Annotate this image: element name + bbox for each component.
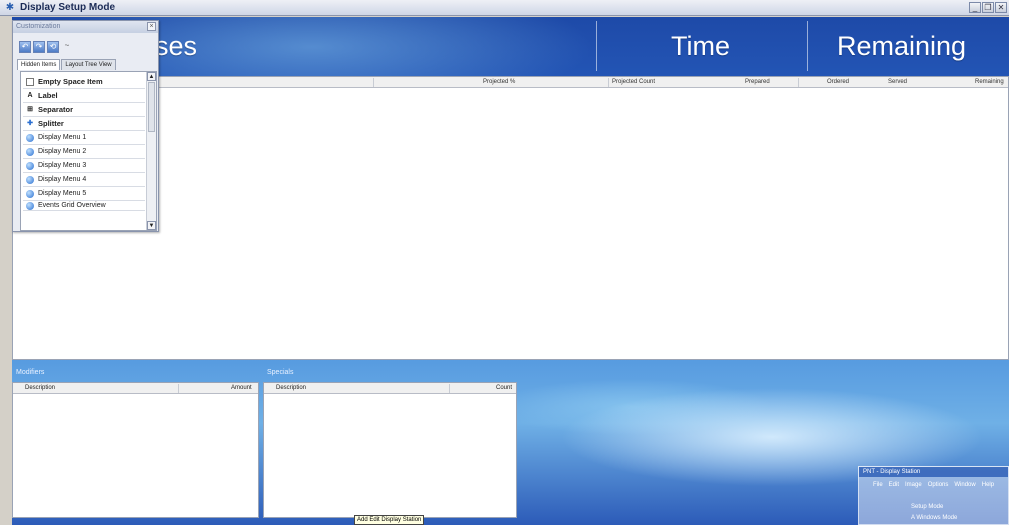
modifiers-panel[interactable]: Description Amount bbox=[12, 382, 259, 518]
list-item[interactable]: A Label bbox=[23, 89, 145, 103]
mini-window-row: Setup Mode bbox=[911, 504, 944, 510]
mini-window-row: A Windows Mode bbox=[911, 515, 958, 521]
scroll-thumb[interactable] bbox=[148, 82, 155, 132]
scroll-up-icon[interactable]: ▲ bbox=[147, 72, 156, 81]
header-divider bbox=[596, 21, 597, 71]
reset-icon[interactable]: ⟲ bbox=[47, 41, 59, 53]
specials-panel-title: Specials bbox=[267, 369, 294, 376]
globe-icon bbox=[26, 147, 34, 156]
app-icon: ✱ bbox=[5, 1, 15, 13]
column-divider bbox=[178, 384, 179, 393]
col-description[interactable]: Description bbox=[276, 384, 306, 393]
menu-edit[interactable]: Edit bbox=[889, 482, 899, 488]
mini-window[interactable]: PNT - Display Station File Edit Image Op… bbox=[858, 466, 1009, 525]
globe-icon bbox=[26, 175, 34, 184]
menu-image[interactable]: Image bbox=[905, 482, 922, 488]
customization-close-button[interactable]: × bbox=[147, 22, 156, 31]
list-item[interactable]: Display Menu 1 bbox=[23, 131, 145, 145]
column-divider bbox=[608, 78, 609, 87]
header-strip: ses Time Remaining bbox=[12, 17, 1009, 75]
customization-title-bar[interactable]: Customization × bbox=[13, 21, 158, 33]
list-item[interactable]: Empty Space Item bbox=[23, 75, 145, 89]
col-ordered[interactable]: Ordered bbox=[827, 78, 849, 87]
restore-button[interactable]: ❐ bbox=[982, 2, 994, 13]
header-label-time: Time bbox=[671, 31, 730, 61]
mini-window-menu: File Edit Image Options Window Help bbox=[859, 477, 1008, 493]
list-item[interactable]: ⊞ Separator bbox=[23, 103, 145, 117]
menu-help[interactable]: Help bbox=[982, 482, 994, 488]
col-remaining[interactable]: Remaining bbox=[975, 78, 1004, 87]
list-item[interactable]: Events Grid Overview bbox=[23, 201, 145, 211]
list-item[interactable]: Display Menu 2 bbox=[23, 145, 145, 159]
globe-icon bbox=[26, 201, 34, 210]
tab-layout-tree-view[interactable]: Layout Tree View bbox=[61, 59, 116, 70]
scroll-down-icon[interactable]: ▼ bbox=[147, 221, 156, 230]
globe-icon bbox=[26, 133, 34, 142]
customization-toolbar: ↶ ↷ ⟲ ~ bbox=[19, 41, 73, 53]
column-divider bbox=[798, 78, 799, 87]
redo-icon[interactable]: ↷ bbox=[33, 41, 45, 53]
customization-tabs: Hidden Items Layout Tree View bbox=[17, 59, 117, 70]
header-divider bbox=[807, 21, 808, 71]
list-item[interactable]: Display Menu 3 bbox=[23, 159, 145, 173]
minimize-button[interactable]: _ bbox=[969, 2, 981, 13]
col-description[interactable]: Description bbox=[25, 384, 55, 393]
main-grid[interactable]: Projected % Projected Count Prepared Ord… bbox=[12, 76, 1009, 360]
window-title: Display Setup Mode bbox=[20, 2, 116, 13]
modifiers-header: Description Amount bbox=[13, 383, 258, 394]
col-prepared[interactable]: Prepared bbox=[745, 78, 770, 87]
label-a-icon: A bbox=[27, 91, 33, 99]
separator-icon: ⊞ bbox=[27, 105, 33, 113]
window-titlebar: ✱ Display Setup Mode _ ❐ ✕ bbox=[0, 0, 1009, 16]
column-divider bbox=[449, 384, 450, 393]
splitter-icon: ✚ bbox=[27, 119, 33, 127]
column-divider bbox=[373, 78, 374, 87]
customization-title: Customization bbox=[16, 23, 61, 30]
close-button[interactable]: ✕ bbox=[995, 2, 1007, 13]
modifiers-panel-title: Modifiers bbox=[16, 369, 45, 376]
col-amount[interactable]: Amount bbox=[231, 384, 252, 393]
tab-hidden-items[interactable]: Hidden Items bbox=[17, 59, 61, 70]
header-label-remaining: Remaining bbox=[837, 31, 967, 61]
globe-icon bbox=[26, 189, 34, 198]
menu-window[interactable]: Window bbox=[954, 482, 975, 488]
curve-icon[interactable]: ~ bbox=[61, 41, 73, 53]
window-controls: _ ❐ ✕ bbox=[969, 2, 1007, 13]
list-item[interactable]: Display Menu 5 bbox=[23, 187, 145, 201]
grid-header: Projected % Projected Count Prepared Ord… bbox=[13, 77, 1008, 88]
menu-options[interactable]: Options bbox=[928, 482, 949, 488]
list-item[interactable]: ✚ Splitter bbox=[23, 117, 145, 131]
header-label-courses: ses bbox=[155, 31, 198, 61]
hidden-items-list[interactable]: Empty Space Item A Label ⊞ Separator ✚ Spli… bbox=[20, 71, 157, 231]
globe-icon bbox=[26, 161, 34, 170]
list-scrollbar[interactable]: ▲ ▼ bbox=[146, 72, 156, 230]
specials-panel[interactable]: Description Count bbox=[263, 382, 517, 518]
col-served[interactable]: Served bbox=[888, 78, 907, 87]
empty-space-icon bbox=[26, 77, 34, 86]
specials-header: Description Count bbox=[264, 383, 516, 394]
col-projected-count[interactable]: Projected Count bbox=[612, 78, 655, 87]
col-count[interactable]: Count bbox=[496, 384, 512, 393]
menu-file[interactable]: File bbox=[873, 482, 883, 488]
customization-panel[interactable]: Customization × ↶ ↷ ⟲ ~ Hidden Items Lay… bbox=[12, 20, 159, 232]
col-projected-pct[interactable]: Projected % bbox=[483, 78, 515, 87]
mini-window-title: PNT - Display Station bbox=[859, 467, 1008, 477]
tooltip: Add Edit Display Station bbox=[354, 515, 425, 525]
undo-icon[interactable]: ↶ bbox=[19, 41, 31, 53]
list-item[interactable]: Display Menu 4 bbox=[23, 173, 145, 187]
